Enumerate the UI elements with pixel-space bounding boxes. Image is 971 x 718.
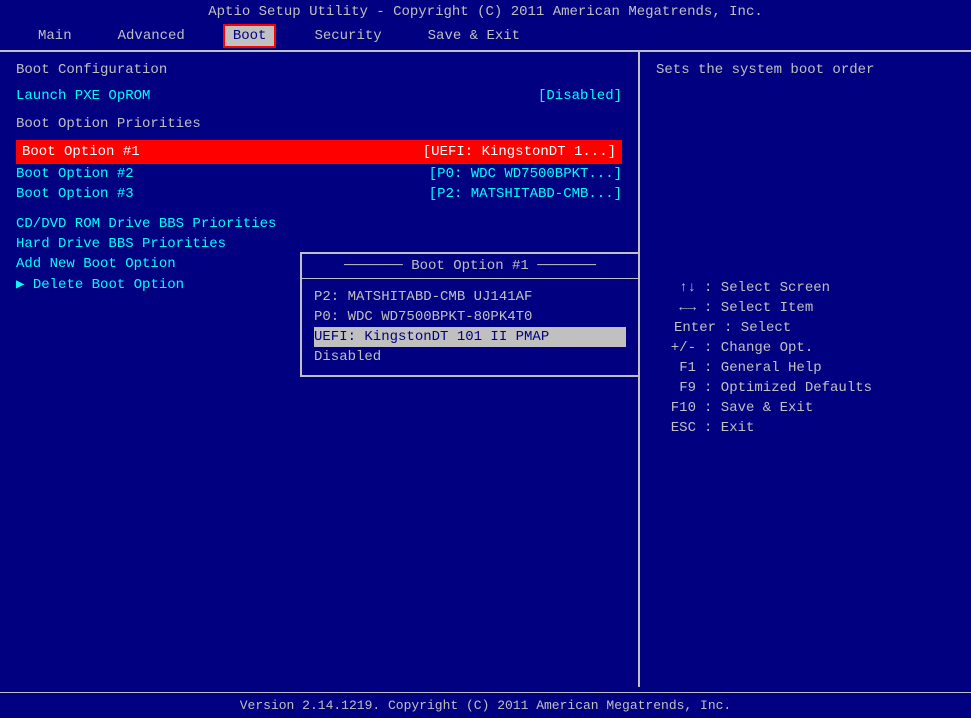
- title-bar: Aptio Setup Utility - Copyright (C) 2011…: [0, 0, 971, 22]
- popup-option-0[interactable]: P2: MATSHITABD-CMB UJ141AF: [314, 287, 626, 307]
- menu-item-security[interactable]: Security: [306, 26, 389, 46]
- key-desc-6: : Save & Exit: [704, 400, 813, 416]
- key-desc-5: : Optimized Defaults: [704, 380, 872, 396]
- boot-option-1-row[interactable]: Boot Option #1 [UEFI: KingstonDT 1...]: [16, 140, 622, 164]
- bottom-bar: Version 2.14.1219. Copyright (C) 2011 Am…: [0, 692, 971, 718]
- boot-option-1-value: [UEFI: KingstonDT 1...]: [423, 144, 616, 160]
- key-help-row-0: ↑↓ : Select Screen: [656, 278, 955, 298]
- popup-title: ─────── Boot Option #1 ───────: [302, 254, 638, 279]
- menu-item-save-exit[interactable]: Save & Exit: [420, 26, 528, 46]
- menu-item-main[interactable]: Main: [30, 26, 80, 46]
- key-help-row-3: +/- : Change Opt.: [656, 338, 955, 358]
- key-help-row-1: ←→ : Select Item: [656, 298, 955, 318]
- title-text: Aptio Setup Utility - Copyright (C) 2011…: [208, 4, 763, 20]
- boot-option-2-row[interactable]: Boot Option #2 [P0: WDC WD7500BPKT...]: [16, 164, 622, 184]
- key-desc-3: : Change Opt.: [704, 340, 813, 356]
- launch-pxe-value[interactable]: [Disabled]: [538, 88, 622, 104]
- key-help-row-4: F1 : General Help: [656, 358, 955, 378]
- key-7: ESC: [656, 420, 696, 436]
- cddvd-priorities-link[interactable]: CD/DVD ROM Drive BBS Priorities: [16, 214, 622, 234]
- key-0: ↑↓: [656, 280, 696, 296]
- boot-option-3-value: [P2: MATSHITABD-CMB...]: [429, 186, 622, 202]
- harddrive-priorities-link[interactable]: Hard Drive BBS Priorities: [16, 234, 622, 254]
- popup-option-3[interactable]: Disabled: [314, 347, 626, 367]
- key-4: F1: [656, 360, 696, 376]
- popup-content: P2: MATSHITABD-CMB UJ141AF P0: WDC WD750…: [302, 279, 638, 375]
- key-5: F9: [656, 380, 696, 396]
- key-desc-0: : Select Screen: [704, 280, 830, 296]
- boot-option-1-label: Boot Option #1: [22, 144, 140, 160]
- launch-pxe-label: Launch PXE OpROM: [16, 88, 150, 104]
- key-6: F10: [656, 400, 696, 416]
- boot-option-2-value: [P0: WDC WD7500BPKT...]: [429, 166, 622, 182]
- key-help-row-2: Enter : Select: [656, 318, 955, 338]
- popup-option-1[interactable]: P0: WDC WD7500BPKT-80PK4T0: [314, 307, 626, 327]
- key-help-row-5: F9 : Optimized Defaults: [656, 378, 955, 398]
- key-desc-2: : Select: [724, 320, 791, 336]
- key-3: +/-: [656, 340, 696, 356]
- left-panel: Boot Configuration Launch PXE OpROM [Dis…: [0, 52, 640, 687]
- boot-option-2-label: Boot Option #2: [16, 166, 134, 182]
- popup-option-2[interactable]: UEFI: KingstonDT 101 II PMAP: [314, 327, 626, 347]
- key-help-row-7: ESC : Exit: [656, 418, 955, 438]
- menu-item-advanced[interactable]: Advanced: [110, 26, 193, 46]
- boot-option-popup: ─────── Boot Option #1 ─────── P2: MATSH…: [300, 252, 640, 377]
- menu-bar: Main Advanced Boot Security Save & Exit: [0, 22, 971, 51]
- boot-option-3-row[interactable]: Boot Option #3 [P2: MATSHITABD-CMB...]: [16, 184, 622, 204]
- main-content: Boot Configuration Launch PXE OpROM [Dis…: [0, 51, 971, 687]
- key-1: ←→: [656, 300, 696, 316]
- key-2: Enter: [656, 320, 716, 336]
- right-panel: Sets the system boot order ↑↓ : Select S…: [640, 52, 971, 687]
- boot-option-3-label: Boot Option #3: [16, 186, 134, 202]
- key-help-row-6: F10 : Save & Exit: [656, 398, 955, 418]
- section2-title: Boot Option Priorities: [16, 116, 622, 132]
- key-desc-7: : Exit: [704, 420, 754, 436]
- help-text: Sets the system boot order: [656, 62, 955, 78]
- menu-item-boot[interactable]: Boot: [223, 24, 277, 48]
- key-desc-4: : General Help: [704, 360, 822, 376]
- bottom-text: Version 2.14.1219. Copyright (C) 2011 Am…: [240, 698, 731, 713]
- section1-title: Boot Configuration: [16, 62, 622, 78]
- key-desc-1: : Select Item: [704, 300, 813, 316]
- launch-pxe-row: Launch PXE OpROM [Disabled]: [16, 86, 622, 106]
